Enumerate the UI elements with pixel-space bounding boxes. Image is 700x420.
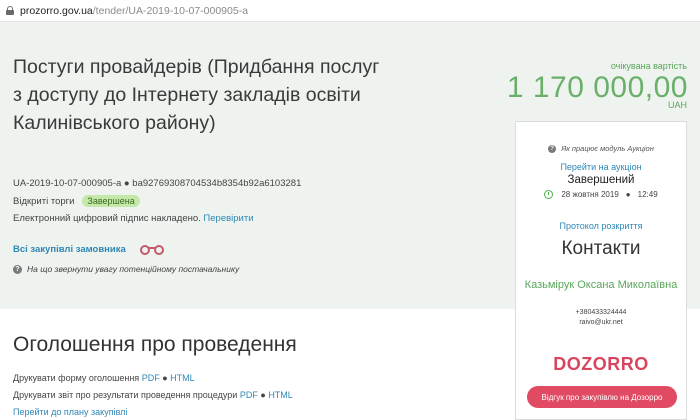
tender-id: UA-2019-10-07-000905-a ● ba9276930870453… <box>13 178 302 189</box>
url-path: /tender/UA-2019-10-07-000905-a <box>92 4 249 17</box>
print-form-line: Друкувати форму оголошення PDF ● HTML <box>13 373 195 383</box>
supplier-attention-note[interactable]: ? На що звернути увагу потенційному пост… <box>13 264 239 274</box>
auction-datetime: 28 жовтня 2019 ● 12:49 <box>516 190 686 199</box>
print-form-html-link[interactable]: HTML <box>170 373 195 383</box>
all-buyer-tenders-link[interactable]: Всі закупівлі замовника <box>13 243 166 255</box>
signature-line: Електронний цифровий підпис накладено. П… <box>13 213 254 224</box>
print-report-pdf-link[interactable]: PDF <box>240 390 258 400</box>
binoculars-icon <box>139 243 166 255</box>
contact-name: Казьмірук Оксана Миколаївна <box>524 279 678 291</box>
auction-time: 12:49 <box>637 190 658 199</box>
buyer-link-label: Всі закупівлі замовника <box>13 243 126 255</box>
separator: ● <box>260 390 266 400</box>
url-domain: prozorro.gov.ua <box>20 4 93 17</box>
procedure-type: Відкриті торги Завершена <box>13 195 140 207</box>
dozorro-logo: DOZORRO <box>553 354 649 374</box>
dozorro-review-button[interactable]: Відгук про закупівлю на Дозорро <box>527 386 677 408</box>
contacts-title: Контакти <box>561 238 641 259</box>
auction-help-link[interactable]: ? Як працює модуль Аукціон <box>516 144 686 153</box>
auction-status: Завершений <box>567 174 635 186</box>
contact-email[interactable]: raivo@ukr.net <box>516 319 686 326</box>
auction-date: 28 жовтня 2019 <box>561 190 619 199</box>
question-icon: ? <box>548 144 557 153</box>
print-form-pdf-link[interactable]: PDF <box>142 373 160 383</box>
auction-contacts-card: ? Як працює модуль Аукціон Перейти на ау… <box>515 121 687 420</box>
print-report-line: Друкувати звіт про результати проведення… <box>13 390 293 400</box>
status-badge: Завершена <box>82 195 140 207</box>
print-report-html-link[interactable]: HTML <box>268 390 293 400</box>
contact-phone: +380433324444 <box>575 309 627 316</box>
announcement-title: Оголошення про проведення <box>13 333 297 356</box>
expected-value: 1 170 000,00 <box>506 71 688 104</box>
procurement-plan-link[interactable]: Перейти до плану закупівлі <box>13 407 127 417</box>
question-icon: ? <box>13 264 22 274</box>
lock-icon <box>6 6 14 15</box>
separator: ● <box>162 373 168 383</box>
opening-protocol-link[interactable]: Протокол розкриття <box>516 221 686 231</box>
address-bar[interactable]: prozorro.gov.ua/tender/UA-2019-10-07-000… <box>0 0 700 22</box>
attention-text: На що звернути увагу потенційному постач… <box>27 264 240 274</box>
currency-label: UAH <box>667 100 687 110</box>
print-form-label: Друкувати форму оголошення <box>13 373 140 383</box>
verify-signature-link[interactable]: Перевірити <box>203 213 253 224</box>
auction-help-label: Як працює модуль Аукціон <box>561 144 654 153</box>
go-to-auction-link[interactable]: Перейти на аукціон <box>516 162 686 172</box>
clock-icon <box>544 190 554 199</box>
print-report-label: Друкувати звіт про результати проведення… <box>13 390 238 400</box>
signature-text: Електронний цифровий підпис накладено. <box>13 213 201 224</box>
tender-title: Постуги провайдерів (Придбання послуг з … <box>13 56 380 134</box>
procedure-label: Відкриті торги <box>13 195 75 207</box>
expected-value-label: очікувана вартість <box>610 61 687 71</box>
